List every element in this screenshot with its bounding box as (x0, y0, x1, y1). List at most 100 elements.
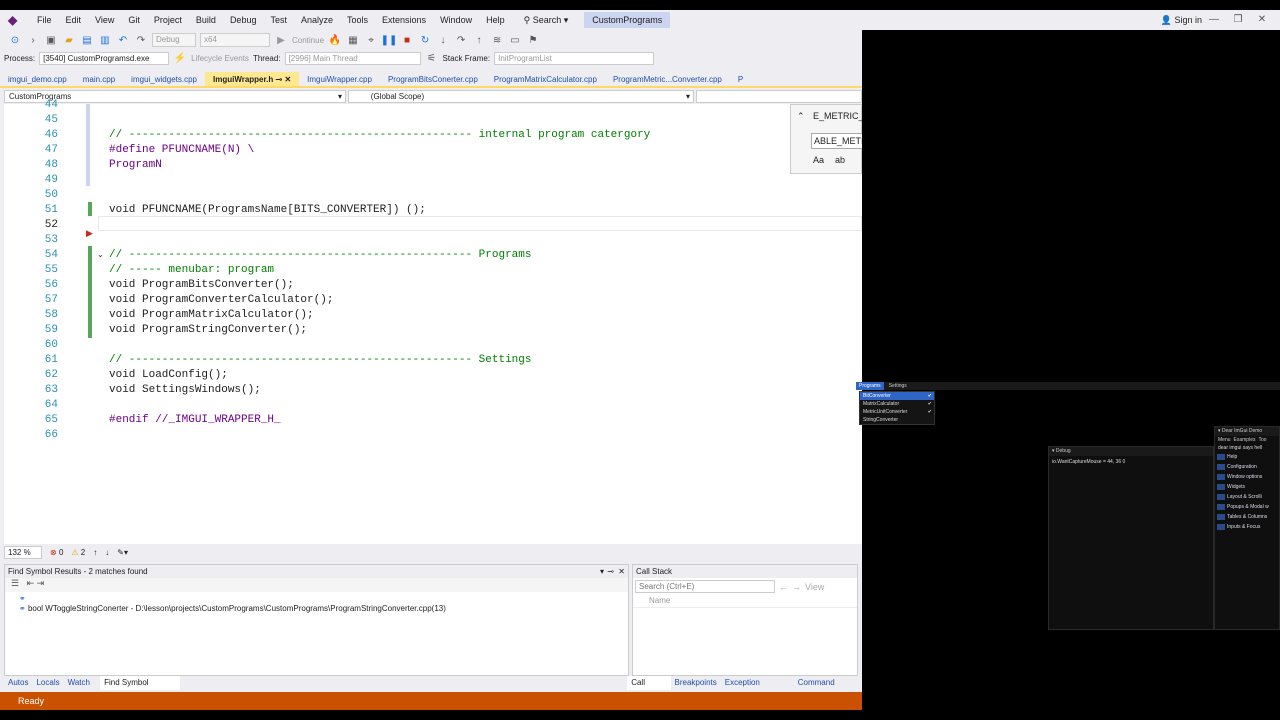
tab-autos[interactable]: Autos (4, 676, 32, 690)
comment-icon[interactable]: ▭ (508, 33, 522, 47)
search-menu[interactable]: ⚲ Search ▾ (518, 10, 575, 30)
view-button[interactable]: View (805, 582, 824, 592)
list-view-icon[interactable]: ☰ (11, 578, 19, 588)
tab-imguiwrapper-h[interactable]: ImguiWrapper.h ⊸ ✕ (204, 72, 300, 86)
panel-pin-icon[interactable]: ⊸ (607, 565, 614, 578)
tab-programmetricconverter[interactable]: ProgramMetric...Converter.cpp (605, 72, 730, 86)
menu-help[interactable]: Help (479, 10, 512, 30)
forward-icon[interactable]: › (26, 33, 40, 47)
sign-in-link[interactable]: 👤 Sign in (1161, 10, 1202, 30)
step-out-icon[interactable]: ↑ (472, 33, 486, 47)
imgui-menu-item[interactable]: MatrixCalculator ✔ (860, 400, 934, 408)
menu-tools[interactable]: Tools (340, 10, 375, 30)
platform-dropdown[interactable]: x64 (200, 33, 270, 47)
target-icon[interactable]: ⌖ (364, 33, 378, 47)
filter-icon[interactable]: ⚟ (425, 51, 439, 65)
tab-find-symbol-results[interactable]: Find Symbol Results (100, 676, 181, 701)
step-into-icon[interactable]: ↓ (436, 33, 450, 47)
collapse-replace-icon[interactable]: ⌃ (797, 111, 805, 122)
imgui-demo-menu-item[interactable]: Too (1258, 436, 1266, 444)
prev-result-icon[interactable]: ⇤ (27, 578, 35, 588)
imgui-tree-node[interactable]: Help (1215, 452, 1279, 462)
find-input[interactable]: E_METRIC_ (813, 111, 864, 121)
up-arrow-icon[interactable]: ↑ (93, 548, 97, 557)
process-dropdown[interactable]: [3540] CustomProgramsd.exe (39, 51, 170, 65)
result-group[interactable]: ⚭ (5, 594, 628, 604)
play-icon[interactable]: ▶ (274, 33, 288, 47)
tab-close-icon[interactable]: ✕ (284, 75, 291, 84)
match-case-option[interactable]: Aa (813, 155, 824, 165)
tab-call-stack[interactable]: Call Stack (627, 676, 671, 701)
tab-exception-settings[interactable]: Exception Settings (721, 676, 794, 701)
menu-view[interactable]: View (88, 10, 121, 30)
lifecycle-events-icon[interactable]: ⚡ (173, 51, 187, 65)
menu-debug[interactable]: Debug (223, 10, 264, 30)
zoom-dropdown[interactable]: 132 % (4, 545, 42, 559)
redo-icon[interactable]: ↷ (134, 33, 148, 47)
show-threads-icon[interactable]: ≋ (490, 33, 504, 47)
menu-file[interactable]: File (30, 10, 59, 30)
imgui-window-title[interactable]: ▾ Debug (1049, 447, 1213, 456)
imgui-window-title[interactable]: ▾ Dear ImGui Demo (1215, 427, 1279, 436)
menu-test[interactable]: Test (263, 10, 294, 30)
thread-dropdown[interactable]: [2996] Main Thread (284, 51, 421, 65)
next-result-icon[interactable]: ⇥ (37, 578, 45, 588)
undo-icon[interactable]: ↶ (116, 33, 130, 47)
close-icon[interactable]: ✕ (1250, 10, 1274, 30)
tab-programbitsconerter[interactable]: ProgramBitsConerter.cpp (380, 72, 486, 86)
result-item[interactable]: ⚭ bool WToggleStringConerter - D:\lesson… (5, 604, 628, 614)
back-arrow-icon[interactable]: ← (779, 582, 788, 592)
restart-icon[interactable]: ↻ (418, 33, 432, 47)
replace-input[interactable]: ABLE_METI (811, 133, 864, 149)
code-editor[interactable]: ▶ ⌄ 44 45 46// -------------------------… (4, 99, 862, 544)
tab-breakpoints[interactable]: Breakpoints (671, 676, 721, 690)
imgui-tree-node[interactable]: Window options (1215, 472, 1279, 482)
new-project-icon[interactable]: ▣ (44, 33, 58, 47)
brush-icon[interactable]: ✎▾ (117, 548, 128, 557)
column-header-name[interactable]: Name (633, 595, 857, 608)
stack-frame-dropdown[interactable]: InitProgramList (494, 51, 655, 65)
imgui-menu-item[interactable]: BitConverter ✔ (860, 392, 934, 400)
pause-icon[interactable]: ❚❚ (381, 33, 398, 47)
tab-main[interactable]: main.cpp (75, 72, 123, 86)
tab-watch1[interactable]: Watch 1 (64, 676, 100, 701)
menu-git[interactable]: Git (121, 10, 147, 30)
save-all-icon[interactable]: ▥ (98, 33, 112, 47)
open-icon[interactable]: ▰ (62, 33, 76, 47)
minimize-icon[interactable]: — (1202, 10, 1226, 30)
tab-overflow[interactable]: P (730, 72, 751, 86)
configuration-dropdown[interactable]: Debug (152, 33, 196, 47)
attach-icon[interactable]: ▦ (346, 33, 360, 47)
imgui-tree-node[interactable]: Widgets (1215, 482, 1279, 492)
menu-build[interactable]: Build (189, 10, 223, 30)
tab-locals[interactable]: Locals (32, 676, 63, 690)
tab-command-window[interactable]: Command Wind (794, 676, 858, 701)
imgui-demo-menu-item[interactable]: Menu (1218, 436, 1231, 444)
tab-programmatrixcalculator[interactable]: ProgramMatrixCalculator.cpp (486, 72, 605, 86)
menu-analyze[interactable]: Analyze (294, 10, 340, 30)
menu-project[interactable]: Project (147, 10, 189, 30)
menu-window[interactable]: Window (433, 10, 479, 30)
errors-indicator[interactable]: ⊗ 0 (50, 548, 63, 557)
imgui-tree-node[interactable]: Layout & Scrolli (1215, 492, 1279, 502)
stop-icon[interactable]: ■ (400, 33, 414, 47)
imgui-tree-node[interactable]: Inputs & Focus (1215, 522, 1279, 532)
continue-button[interactable]: Continue (292, 36, 324, 45)
imgui-menu-item[interactable]: StringConverter (860, 416, 934, 424)
tab-imguiwrapper-cpp[interactable]: ImguiWrapper.cpp (299, 72, 380, 86)
whole-word-icon[interactable]: ab (835, 155, 845, 165)
imgui-tree-node[interactable]: Configuration (1215, 462, 1279, 472)
warnings-indicator[interactable]: ⚠ 2 (71, 548, 85, 557)
restore-icon[interactable]: ❐ (1226, 10, 1250, 30)
tab-imgui-widgets[interactable]: imgui_widgets.cpp (123, 72, 205, 86)
panel-menu-icon[interactable]: ▾ (600, 565, 604, 578)
menu-extensions[interactable]: Extensions (375, 10, 433, 30)
call-stack-search-input[interactable]: Search (Ctrl+E) (635, 580, 775, 593)
imgui-demo-menu-item[interactable]: Examples (1234, 436, 1256, 444)
back-icon[interactable]: ⊙ (8, 33, 22, 47)
imgui-menu-programs[interactable]: Programs (856, 382, 884, 390)
bookmark-icon[interactable]: ⚑ (526, 33, 540, 47)
lifecycle-events-button[interactable]: Lifecycle Events (191, 54, 249, 63)
menu-edit[interactable]: Edit (59, 10, 89, 30)
panel-close-icon[interactable]: ✕ (618, 565, 625, 578)
